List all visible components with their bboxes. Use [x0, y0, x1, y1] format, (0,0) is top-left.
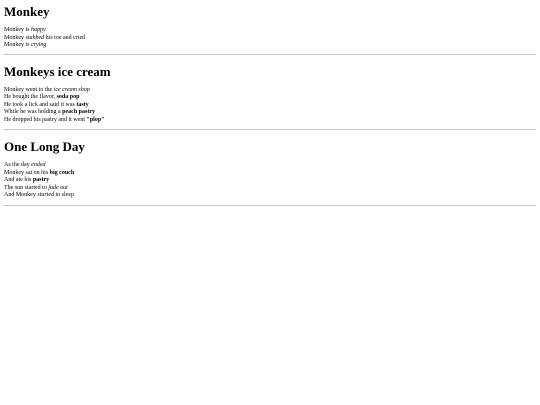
line-text: He dropped his pastry and it went [4, 116, 87, 123]
line-text: Monkey is [4, 27, 31, 33]
section-monkey: Monkey Monkey is happy Monkey stubbed hi… [4, 0, 536, 55]
italic-text: stubbed [25, 34, 45, 41]
poem-line: Monkey sat on his big couch [4, 170, 536, 178]
poem-line: The sun started to fade out [4, 185, 536, 193]
poem-line: He bought the flavor, soda pop [4, 94, 536, 102]
bold-text: big couch [49, 169, 75, 176]
line-text: Monkey [4, 34, 26, 41]
line-text: While he was holding a [4, 109, 63, 115]
poem-line: Monkey is happy [4, 27, 536, 35]
line-text: Monkey went to the [4, 86, 54, 93]
poem-line: Monkey stubbed his toe and cried [4, 35, 536, 43]
italic-text: ended [31, 162, 46, 168]
line-text: Monkey sat on his [4, 169, 50, 176]
poem-line: Monkey went to the ice cream shop [4, 87, 536, 95]
poem: Monkey is happy Monkey stubbed his toe a… [4, 27, 536, 50]
italic-text: ice cream shop [53, 86, 90, 93]
section-title: Monkey [4, 4, 50, 19]
line-text: As the day [4, 162, 32, 168]
italic-text: crying [31, 42, 47, 48]
poem-line: And ate his pastry [4, 177, 536, 185]
italic-text: fade out [48, 184, 68, 191]
line-text: The sun started to [4, 184, 49, 191]
italic-text: happy [31, 27, 46, 33]
poem-line: While he was holding a peach pastry [4, 109, 536, 117]
bold-text: pastry [32, 177, 50, 183]
line-text: He took a lick and said it was [4, 101, 77, 108]
poem-line: As the day ended [4, 162, 536, 170]
section-divider [4, 204, 536, 206]
section-title: One Long Day [4, 139, 85, 154]
poem-line: He took a lick and said it was tasty [4, 102, 536, 110]
section-title: Monkeys ice cream [4, 63, 111, 79]
page: Monkey Monkey is happy Monkey stubbed hi… [0, 0, 540, 206]
bold-text: peach pastry [62, 109, 95, 115]
section-one-long-day: One Long Day As the day ended Monkey sat… [4, 130, 536, 206]
poem-line: He dropped his pastry and it went "plop" [4, 117, 536, 125]
bold-text: tasty [76, 101, 89, 108]
line-text: to sleep [54, 192, 75, 198]
bold-text: "plop" [86, 116, 105, 123]
line-text: And Monkey [4, 192, 38, 198]
italic-text: started [37, 192, 55, 198]
line-text: And ate his [4, 177, 33, 183]
section-monkeys-ice-cream: Monkeys ice cream Monkey went to the ice… [4, 55, 536, 130]
line-text: He bought the flavor, [4, 94, 57, 100]
poem-line: And Monkey started to sleep [4, 192, 536, 200]
line-text: his toe and cried [44, 34, 86, 41]
poem-line: Monkey is crying [4, 42, 536, 50]
poem: As the day ended Monkey sat on his big c… [4, 162, 536, 200]
bold-text: soda pop [56, 94, 80, 100]
poem: Monkey went to the ice cream shop He bou… [4, 87, 536, 125]
line-text: Monkey is [4, 42, 31, 48]
